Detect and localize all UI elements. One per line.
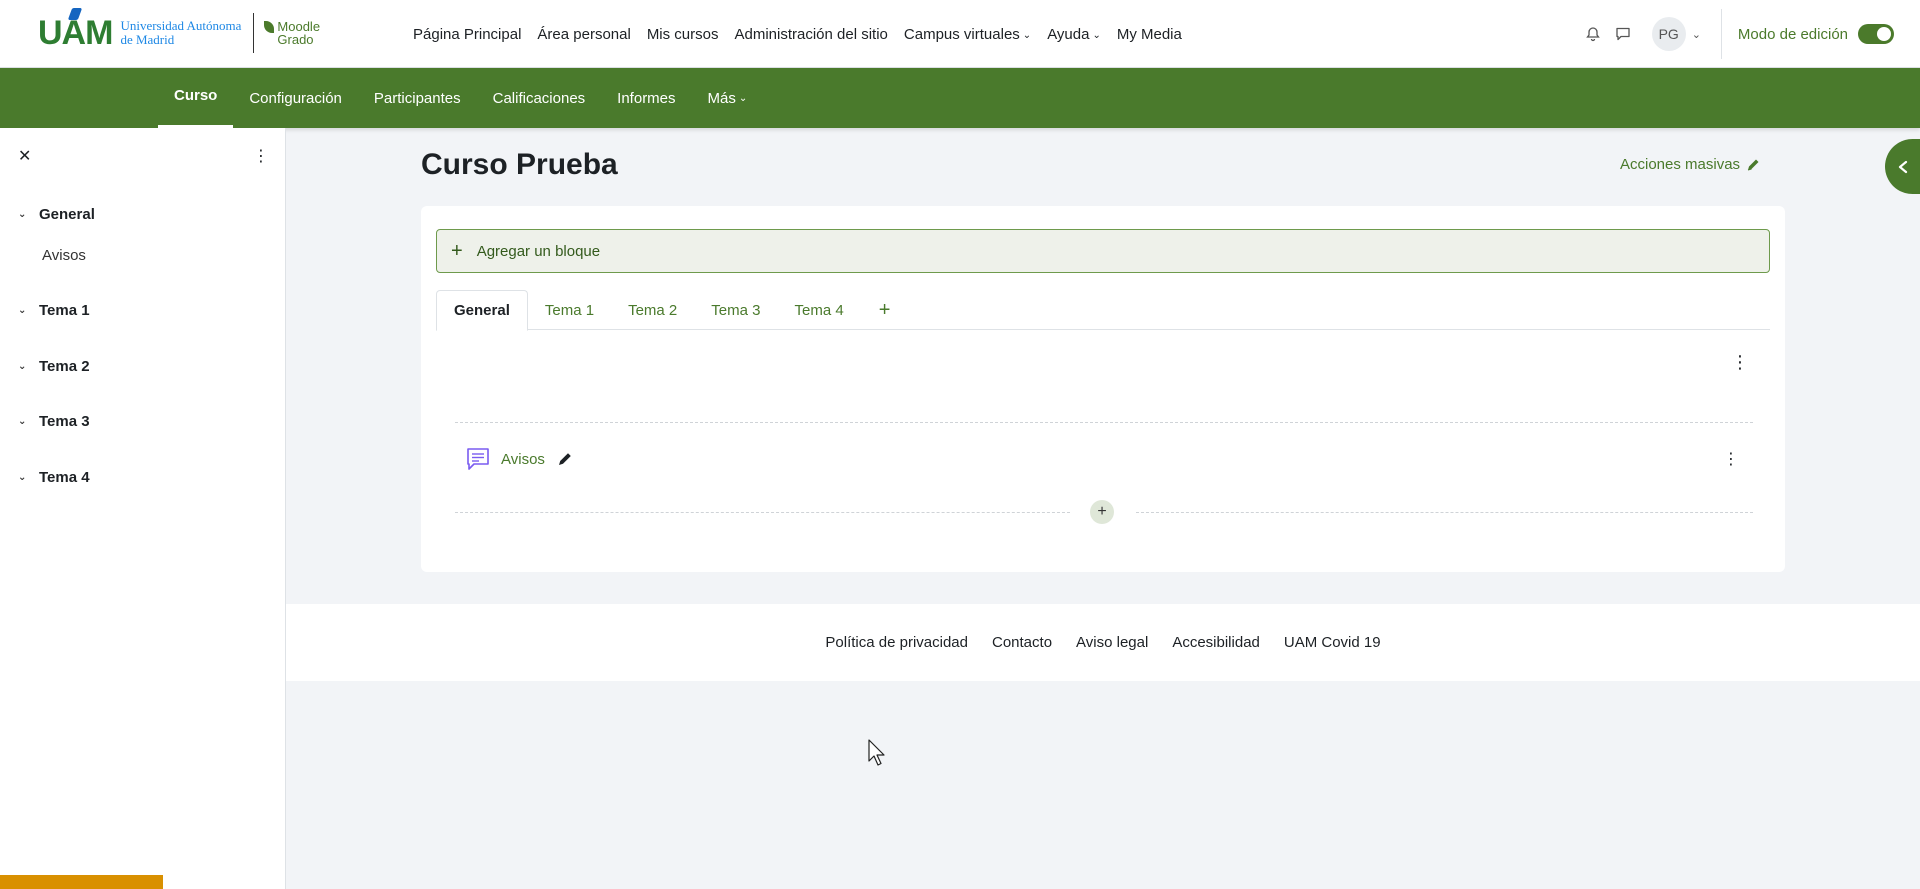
footer-link-privacidad[interactable]: Política de privacidad: [825, 634, 968, 651]
course-index-options-icon[interactable]: ⋮: [253, 146, 269, 166]
page-footer: Política de privacidad Contacto Aviso le…: [286, 604, 1920, 681]
primary-navigation: Página Principal Área personal Mis curso…: [405, 0, 1190, 68]
activity-avisos: Avisos: [465, 446, 573, 472]
uam-logo-text: UAM: [38, 7, 113, 53]
logo-divider: [253, 13, 255, 53]
mouse-cursor-icon: [868, 739, 885, 766]
footer-link-contacto[interactable]: Contacto: [992, 634, 1052, 651]
chevron-left-icon: [1898, 160, 1907, 173]
tab-calificaciones[interactable]: Calificaciones: [477, 68, 602, 128]
chevron-down-icon[interactable]: ⌄: [18, 305, 39, 316]
tab-general[interactable]: General: [436, 290, 528, 331]
dashed-divider: [455, 512, 1070, 513]
orange-status-bar: [0, 875, 163, 889]
tab-tema-1[interactable]: Tema 1: [528, 290, 611, 330]
pencil-icon: [1747, 159, 1759, 170]
nav-mis-cursos[interactable]: Mis cursos: [639, 26, 727, 43]
top-navbar: UAM Universidad Autónoma de Madrid Moodl…: [0, 0, 1920, 68]
nav-ayuda[interactable]: Ayuda ⌄: [1039, 26, 1109, 43]
divider: [1720, 9, 1722, 59]
footer-link-accesibilidad[interactable]: Accesibilidad: [1172, 634, 1260, 651]
section-options-icon[interactable]: ⋮: [1731, 352, 1749, 373]
forum-icon: [467, 448, 489, 470]
activity-options-icon[interactable]: ⋮: [1723, 449, 1739, 469]
add-content-button[interactable]: +: [1090, 500, 1114, 524]
chevron-down-icon: ⌄: [738, 92, 748, 104]
course-index-section-tema-4[interactable]: ⌄ Tema 4: [18, 469, 90, 486]
university-name: Universidad Autónoma de Madrid: [120, 18, 242, 47]
chevron-down-icon[interactable]: ⌄: [18, 416, 39, 427]
bell-icon: [1585, 27, 1600, 42]
footer-link-covid[interactable]: UAM Covid 19: [1284, 634, 1381, 651]
course-content-card: + Agregar un bloque General Tema 1 Tema …: [421, 206, 1785, 572]
moodle-grado-logo: Moodle Grado: [264, 20, 320, 46]
chevron-down-icon[interactable]: ⌄: [1692, 28, 1701, 41]
course-index-section-tema-2[interactable]: ⌄ Tema 2: [18, 358, 90, 375]
close-drawer-button[interactable]: ✕: [18, 146, 31, 166]
tab-mas[interactable]: Más ⌄: [692, 68, 764, 128]
edit-title-pencil-icon[interactable]: [557, 451, 573, 467]
course-secondary-navigation: Curso Configuración Participantes Califi…: [0, 68, 1920, 128]
course-index-drawer: ✕ ⋮ ⌄ General Avisos ⌄ Tema 1 ⌄ Tema 2 ⌄…: [0, 128, 286, 889]
course-index-activity-avisos[interactable]: Avisos: [42, 247, 86, 264]
user-area: PG ⌄ Modo de edición: [1578, 0, 1920, 68]
tab-tema-3[interactable]: Tema 3: [694, 290, 777, 330]
tab-participantes[interactable]: Participantes: [358, 68, 477, 128]
add-section-tab-button[interactable]: +: [861, 290, 909, 330]
footer-link-aviso-legal[interactable]: Aviso legal: [1076, 634, 1148, 651]
open-block-drawer-button[interactable]: [1885, 139, 1920, 194]
nav-my-media[interactable]: My Media: [1109, 26, 1190, 43]
nav-administracion-sitio[interactable]: Administración del sitio: [727, 26, 896, 43]
tab-configuracion[interactable]: Configuración: [233, 68, 358, 128]
tab-tema-4[interactable]: Tema 4: [777, 290, 860, 330]
chevron-down-icon: ⌄: [1022, 29, 1032, 41]
messages-button[interactable]: [1608, 19, 1638, 49]
plus-icon: +: [451, 239, 463, 262]
user-avatar[interactable]: PG: [1651, 17, 1686, 51]
course-index-section-tema-1[interactable]: ⌄ Tema 1: [18, 302, 90, 319]
chat-icon: [1616, 27, 1630, 41]
section-tabs: General Tema 1 Tema 2 Tema 3 Tema 4 +: [436, 290, 1770, 331]
add-block-button[interactable]: + Agregar un bloque: [436, 229, 1770, 273]
site-logo[interactable]: UAM Universidad Autónoma de Madrid Moodl…: [38, 7, 338, 58]
edit-mode-switch[interactable]: Modo de edición: [1738, 24, 1894, 44]
course-index-section-tema-3[interactable]: ⌄ Tema 3: [18, 413, 90, 430]
nav-pagina-principal[interactable]: Página Principal: [405, 26, 529, 43]
chevron-down-icon[interactable]: ⌄: [18, 209, 39, 220]
chevron-down-icon[interactable]: ⌄: [18, 361, 39, 372]
tab-curso[interactable]: Curso: [158, 68, 234, 128]
page-title: Curso Prueba: [421, 148, 618, 181]
bulk-actions-button[interactable]: Acciones masivas: [1620, 156, 1760, 173]
nav-area-personal[interactable]: Área personal: [529, 26, 638, 43]
moodle-leaf-icon: [264, 21, 275, 33]
notifications-button[interactable]: [1578, 19, 1608, 49]
tab-informes[interactable]: Informes: [601, 68, 691, 128]
chevron-down-icon[interactable]: ⌄: [18, 472, 39, 483]
chevron-down-icon: ⌄: [1092, 29, 1101, 41]
nav-campus-virtuales[interactable]: Campus virtuales ⌄: [896, 26, 1039, 43]
edit-mode-toggle[interactable]: [1858, 24, 1894, 44]
dashed-divider: [1136, 512, 1753, 513]
activity-name-link[interactable]: Avisos: [501, 451, 545, 468]
tab-tema-2[interactable]: Tema 2: [611, 290, 694, 330]
course-index-section-general[interactable]: ⌄ General: [18, 206, 95, 223]
dashed-divider: [455, 422, 1753, 423]
